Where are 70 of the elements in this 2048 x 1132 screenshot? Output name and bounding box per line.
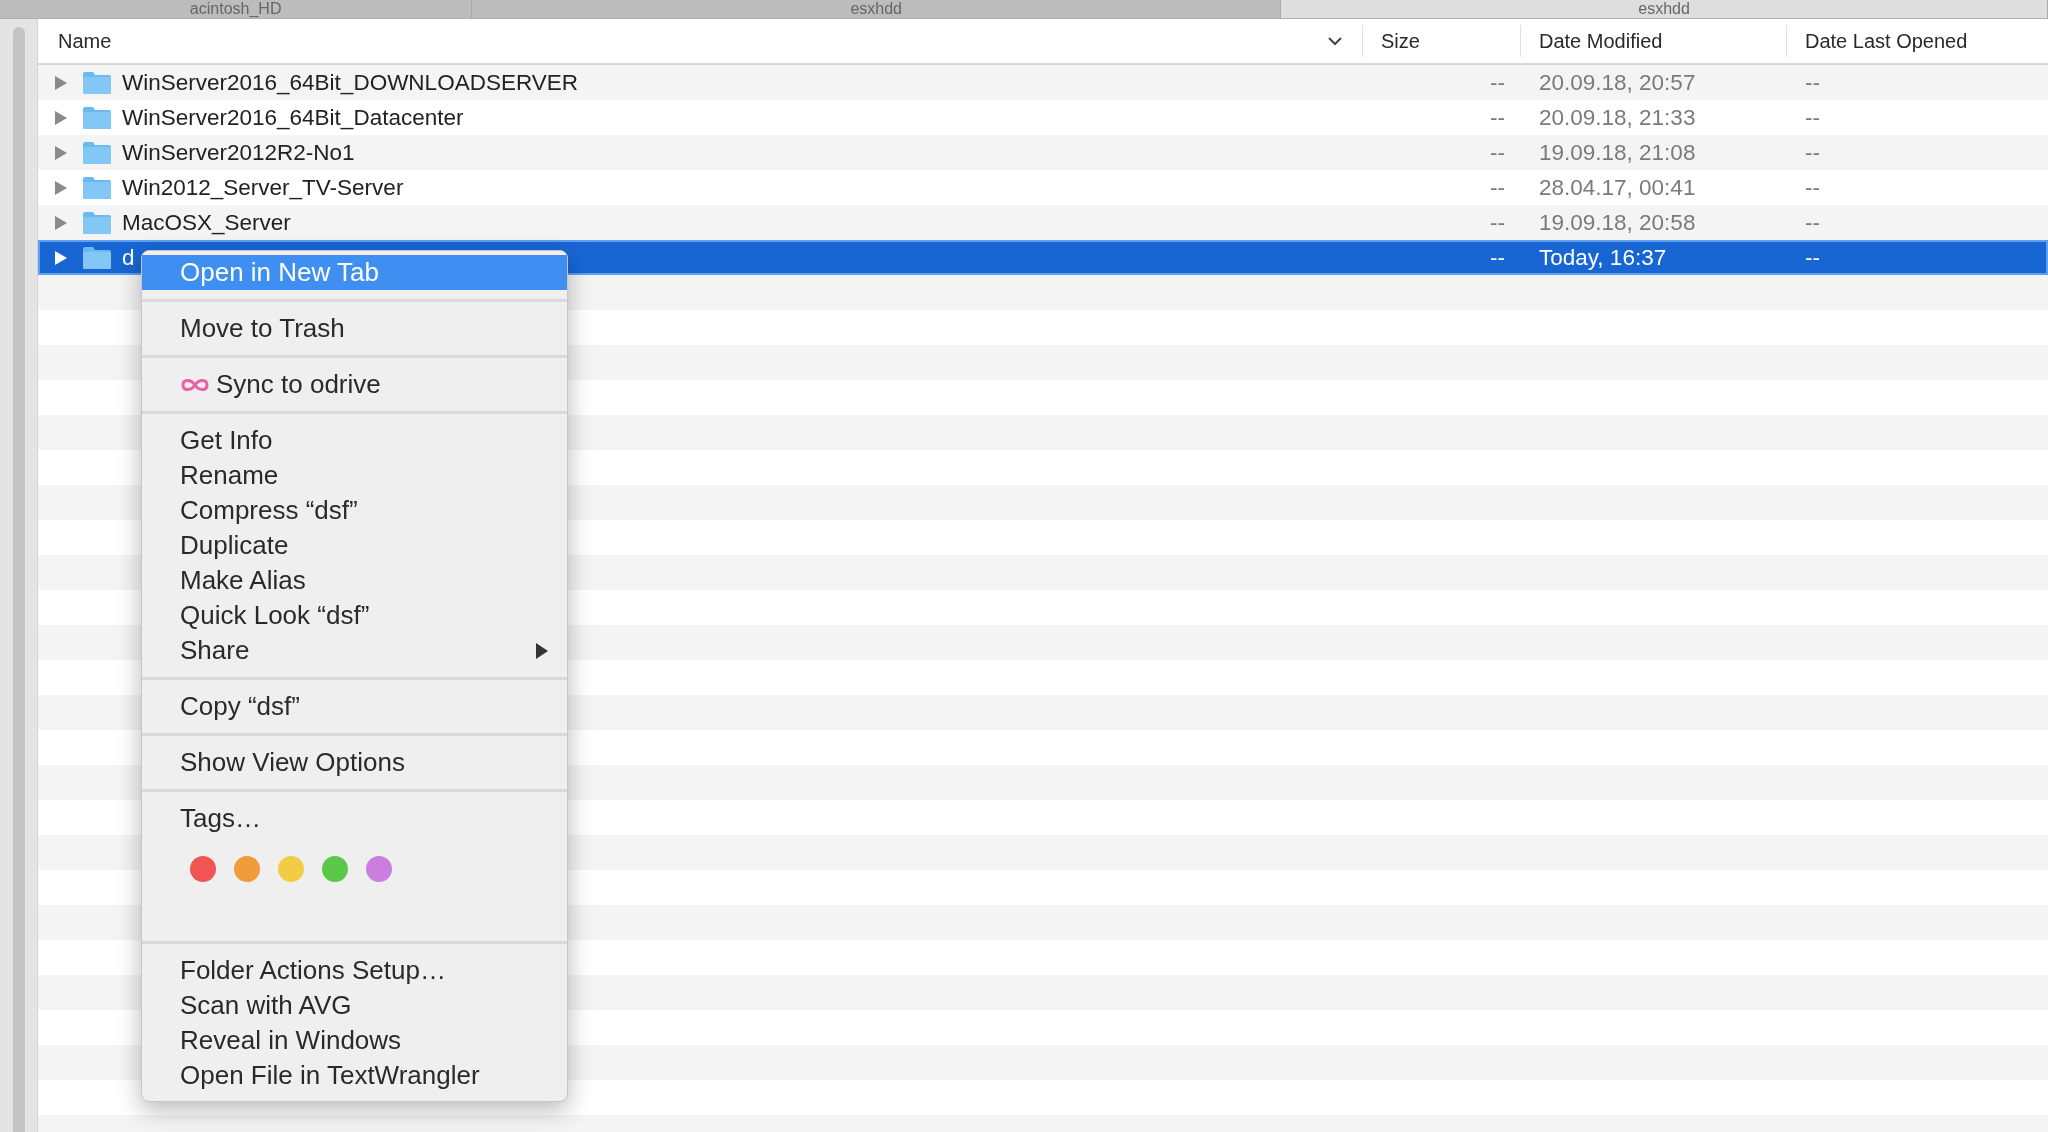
folder-icon bbox=[82, 105, 112, 130]
table-cell-text: -- bbox=[1490, 139, 1506, 166]
folder-name: Win2012_Server_TV-Server bbox=[122, 174, 404, 201]
menu-item[interactable]: Compress “dsf” bbox=[142, 493, 567, 528]
table-cell-text: -- bbox=[1804, 139, 1820, 166]
infinity-icon bbox=[180, 376, 210, 393]
table-row[interactable]: WinServer2016_64Bit_DOWNLOADSERVER -- 20.09.18, 20:57 -- bbox=[38, 65, 2048, 100]
table-cell-text: -- bbox=[1804, 244, 1820, 271]
table-cell-text: 19.09.18, 21:08 bbox=[1538, 139, 1696, 166]
menu-item[interactable]: Reveal in Windows bbox=[142, 1023, 567, 1058]
table-row[interactable]: WinServer2012R2-No1 -- 19.09.18, 21:08 -- bbox=[38, 135, 2048, 170]
table-cell-text: 20.09.18, 21:33 bbox=[1538, 104, 1696, 131]
table-cell-text: -- bbox=[1804, 209, 1820, 236]
table-cell-text: -- bbox=[1490, 104, 1506, 131]
menu-item-label: Sync to odrive bbox=[216, 369, 381, 400]
table-cell-text: 19.09.18, 20:58 bbox=[1538, 209, 1696, 236]
menu-item[interactable]: Show View Options bbox=[142, 745, 567, 780]
menu-item[interactable]: Make Alias bbox=[142, 563, 567, 598]
folder-name: WinServer2016_64Bit_Datacenter bbox=[122, 104, 464, 131]
disclosure-triangle-icon[interactable] bbox=[54, 74, 68, 91]
disclosure-triangle-icon[interactable] bbox=[54, 109, 68, 126]
menu-item[interactable]: Scan with AVG bbox=[142, 988, 567, 1023]
tag-color-dot[interactable] bbox=[322, 856, 348, 882]
column-title[interactable]: Size bbox=[1381, 29, 1420, 53]
chevron-down-icon[interactable] bbox=[1328, 36, 1342, 46]
table-cell-text: -- bbox=[1490, 174, 1506, 201]
menu-item[interactable]: Move to Trash bbox=[142, 311, 567, 346]
table-cell-text: -- bbox=[1490, 69, 1506, 96]
menu-item[interactable]: Quick Look “dsf” bbox=[142, 598, 567, 633]
table-cell-text: -- bbox=[1804, 104, 1820, 131]
submenu-arrow-icon bbox=[535, 641, 549, 660]
table-cell-text: 20.09.18, 20:57 bbox=[1538, 69, 1696, 96]
tag-color-dot[interactable] bbox=[234, 856, 260, 882]
disclosure-triangle-icon[interactable] bbox=[54, 214, 68, 231]
tag-color-dot[interactable] bbox=[190, 856, 216, 882]
table-cell-text: Today, 16:37 bbox=[1538, 244, 1667, 271]
table-cell-text: -- bbox=[1804, 174, 1820, 201]
folder-icon bbox=[82, 70, 112, 95]
table-row[interactable]: MacOSX_Server -- 19.09.18, 20:58 -- bbox=[38, 205, 2048, 240]
disclosure-triangle-icon[interactable] bbox=[54, 179, 68, 196]
disclosure-triangle-icon[interactable] bbox=[54, 144, 68, 161]
menu-item[interactable]: Duplicate bbox=[142, 528, 567, 563]
table-cell-text: -- bbox=[1490, 209, 1506, 236]
menu-item[interactable]: Share bbox=[142, 633, 567, 668]
menu-item[interactable]: Rename bbox=[142, 458, 567, 493]
menu-item[interactable]: Open File in TextWrangler bbox=[142, 1058, 567, 1093]
folder-name: WinServer2016_64Bit_DOWNLOADSERVER bbox=[122, 69, 578, 96]
menu-item[interactable]: Copy “dsf” bbox=[142, 689, 567, 724]
folder-icon bbox=[82, 175, 112, 200]
disclosure-triangle-icon[interactable] bbox=[54, 249, 68, 266]
menu-item[interactable]: Folder Actions Setup… bbox=[142, 953, 567, 988]
column-title[interactable]: Date Modified bbox=[1539, 29, 1663, 53]
menu-item[interactable]: Sync to odrive bbox=[142, 367, 567, 402]
scrollbar-thumb[interactable] bbox=[12, 27, 25, 1132]
menu-item[interactable]: Get Info bbox=[142, 423, 567, 458]
tab[interactable]: esxhdd bbox=[1281, 0, 2048, 18]
tag-color-dot[interactable] bbox=[278, 856, 304, 882]
table-cell-text: 28.04.17, 00:41 bbox=[1538, 174, 1696, 201]
table-cell-text: -- bbox=[1490, 244, 1506, 271]
folder-name: WinServer2012R2-No1 bbox=[122, 139, 355, 166]
menu-item[interactable]: Tags… bbox=[142, 801, 567, 836]
folder-icon bbox=[82, 140, 112, 165]
folder-icon bbox=[82, 245, 112, 270]
column-title[interactable]: Date Last Opened bbox=[1805, 29, 1968, 53]
column-title[interactable]: Name bbox=[58, 29, 112, 53]
folder-name: MacOSX_Server bbox=[122, 209, 291, 236]
table-cell-text: -- bbox=[1804, 69, 1820, 96]
tag-color-dot[interactable] bbox=[366, 856, 392, 882]
folder-icon bbox=[82, 210, 112, 235]
folder-name: d bbox=[122, 244, 135, 271]
